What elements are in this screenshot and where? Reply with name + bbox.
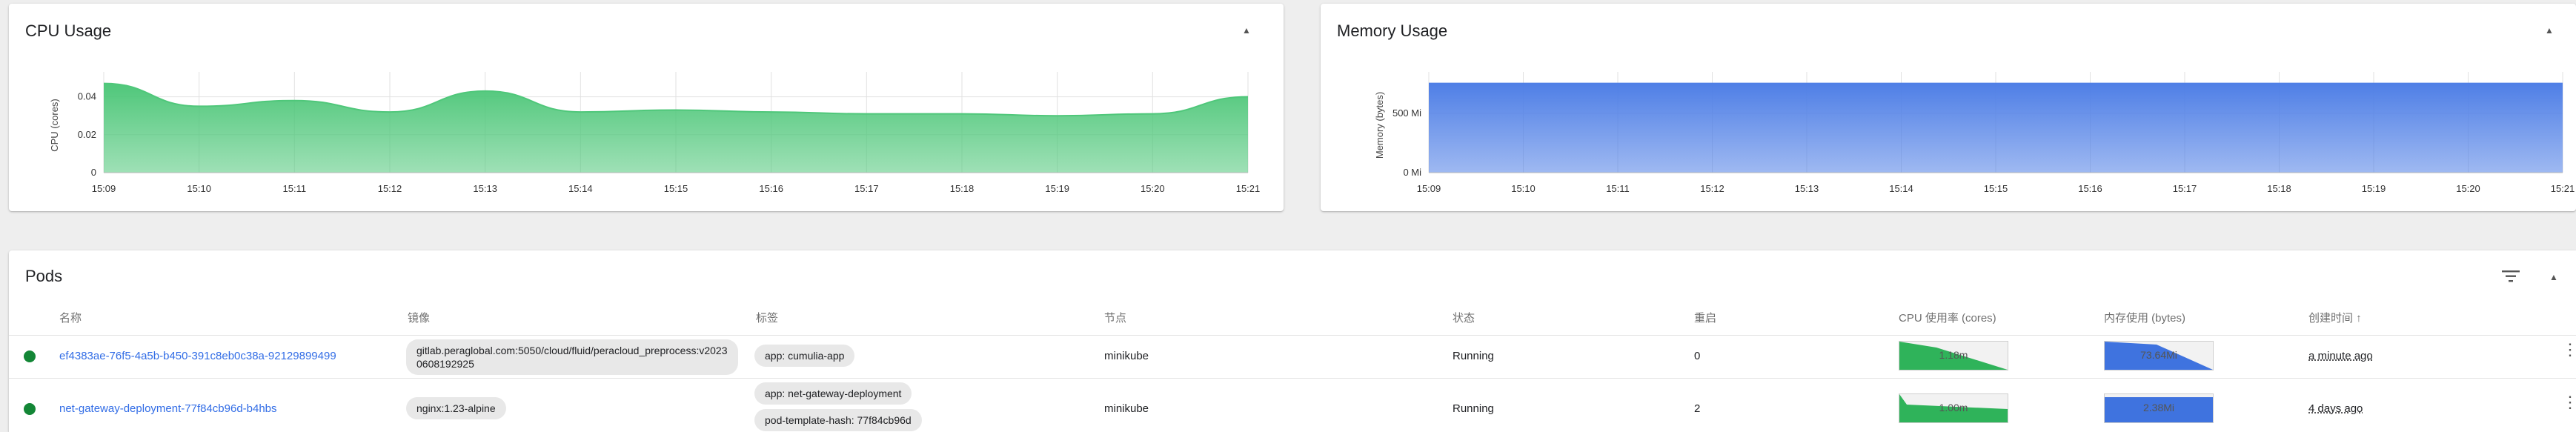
pods-title: Pods [25,267,63,285]
x-tick-label: 15:20 [2456,183,2480,194]
x-tick-label: 15:09 [92,183,116,194]
x-tick-label: 15:11 [1606,183,1630,194]
x-tick-label: 15:17 [2173,183,2197,194]
y-tick-label: 0.02 [78,129,96,140]
x-tick-label: 15:16 [2078,183,2102,194]
node-name[interactable]: minikube [1104,350,1149,362]
pod-name-link[interactable]: ef4383ae-76f5-4a5b-b450-391c8eb0c38a-921… [59,350,336,362]
label-chip: pod-template-hash: 77f84cb96d [754,409,922,431]
x-tick-label: 15:15 [1984,183,2008,194]
cpu-usage-chart: 0 0.02 0.04 15:09 15:10 15:11 15:12 15:13 15:14 1… [49,72,1261,194]
column-header-image[interactable]: 镜像 [408,310,430,325]
x-tick-label: 15:15 [664,183,688,194]
y-tick-label: 0.04 [78,91,96,102]
x-tick-label: 15:12 [1700,183,1724,194]
y-axis-label: Memory (bytes) [1374,92,1385,159]
pod-status: Running [1453,402,1494,415]
x-tick-label: 15:10 [1511,183,1536,194]
memory-usage-sparkline: 2.38Mi [2104,393,2214,423]
column-header-node[interactable]: 节点 [1104,310,1126,325]
x-tick-label: 15:20 [1141,183,1165,194]
memory-usage-sparkline: 73.64Mi [2104,341,2214,370]
column-header-memory[interactable]: 内存使用 (bytes) [2104,310,2185,325]
column-header-created[interactable]: 创建时间 ↑ [2308,310,2362,325]
memory-usage-value: 2.38Mi [2142,402,2175,413]
pod-name-link[interactable]: net-gateway-deployment-77f84cb96d-b4hbs [59,402,277,415]
y-tick-label: 0 [91,167,96,178]
label-chip: app: cumulia-app [754,345,855,367]
restart-count: 0 [1694,350,1701,362]
label-chip: app: net-gateway-deployment [754,382,912,405]
pod-status: Running [1453,350,1494,362]
x-tick-label: 15:14 [1889,183,1913,194]
x-tick-label: 15:11 [283,183,307,194]
memory-usage-card: Memory Usage ▲ 0 Mi 500 Mi 15:09 15:10 15:11… [1321,4,2576,211]
chevron-up-icon[interactable]: ▲ [2545,268,2563,286]
cpu-usage-value: 1.00m [1939,402,1968,413]
more-vert-icon[interactable]: ⋮ [2562,394,2576,411]
x-tick-label: 15:21 [1236,183,1261,194]
column-header-cpu[interactable]: CPU 使用率 (cores) [1899,310,1996,325]
x-tick-label: 15:16 [759,183,783,194]
image-chip: nginx:1.23-alpine [406,397,506,419]
x-tick-label: 15:17 [854,183,879,194]
x-tick-label: 15:14 [568,183,593,194]
memory-usage-value: 73.64Mi [2140,349,2177,361]
y-tick-label: 0 Mi [1403,167,1421,178]
x-tick-label: 15:13 [473,183,497,194]
created-time: a minute ago [2308,350,2373,362]
node-name[interactable]: minikube [1104,402,1149,415]
image-chip: gitlab.peraglobal.com:5050/cloud/fluid/p… [406,339,738,375]
memory-usage-chart: 0 Mi 500 Mi 15:09 15:10 15:11 15:12 15:13 15:14… [1374,72,2575,194]
cpu-usage-value: 1.18m [1939,349,1968,361]
column-header-labels[interactable]: 标签 [756,310,778,325]
x-tick-label: 15:13 [1795,183,1819,194]
cpu-usage-sparkline: 1.00m [1899,393,2008,423]
x-tick-label: 15:18 [2267,183,2291,194]
x-tick-label: 15:12 [378,183,402,194]
y-axis-label: CPU (cores) [49,99,60,152]
table-divider [9,378,2576,379]
column-header-name[interactable]: 名称 [59,310,82,325]
filter-icon[interactable] [2500,268,2521,285]
x-tick-label: 15:18 [950,183,975,194]
x-tick-label: 15:19 [2362,183,2386,194]
x-tick-label: 15:19 [1045,183,1069,194]
status-running-icon [24,350,36,362]
y-tick-label: 500 Mi [1392,107,1421,119]
x-tick-label: 15:21 [2551,183,2575,194]
pods-card: Pods ▲ 名称 镜像 标签 节点 状态 重启 CPU 使用率 (cores)… [9,250,2576,432]
x-tick-label: 15:10 [187,183,211,194]
more-vert-icon[interactable]: ⋮ [2562,342,2576,358]
cpu-usage-card: CPU Usage ▲ 0 0.02 0.04 15:09 15:10 15:11 15:1… [9,4,1284,211]
status-running-icon [24,403,36,415]
table-divider [9,335,2576,336]
created-time: 4 days ago [2308,402,2363,415]
restart-count: 2 [1694,402,1701,415]
x-tick-label: 15:09 [1417,183,1441,194]
cpu-usage-sparkline: 1.18m [1899,341,2008,370]
column-header-status[interactable]: 状态 [1453,310,1475,325]
series-area [1429,83,2563,173]
column-header-restarts[interactable]: 重启 [1694,310,1716,325]
